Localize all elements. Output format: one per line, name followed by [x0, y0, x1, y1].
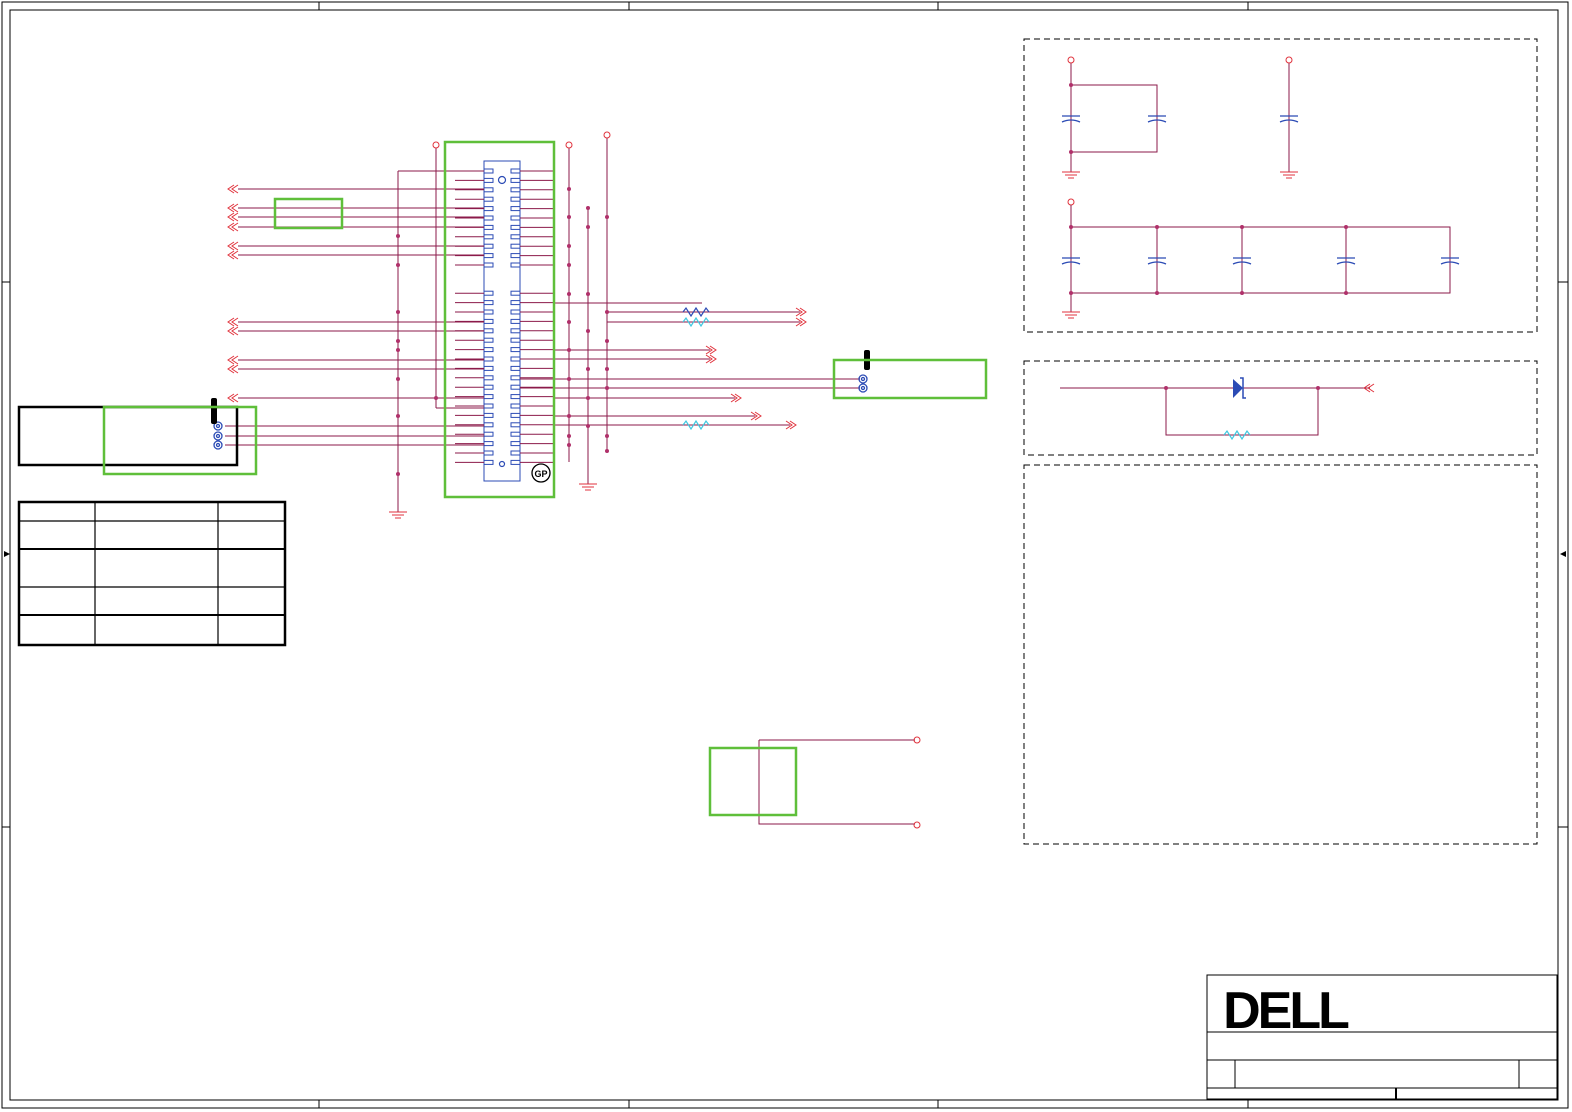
- connector-pin: [483, 337, 494, 343]
- decoupling-group-1: [1070, 63, 1290, 172]
- connector-pin: [483, 168, 494, 174]
- esd-section: [1023, 360, 1538, 456]
- connector-pin: [483, 412, 494, 418]
- connector-pin: [510, 177, 521, 183]
- connector-pin: [510, 168, 521, 174]
- connector-pin: [510, 403, 521, 409]
- connector-pin: [510, 431, 521, 437]
- connector-pin: [483, 290, 494, 296]
- connector-pin: [483, 187, 494, 193]
- connector-pin: [510, 422, 521, 428]
- connector-pin: [510, 337, 521, 343]
- lower-power-ports: [913, 736, 921, 829]
- connector-pin: [510, 450, 521, 456]
- zone-arrow-icons: [4, 551, 1566, 557]
- connector-pin: [483, 177, 494, 183]
- connector-pin: [510, 224, 521, 230]
- connector-pin: [483, 206, 494, 212]
- connector-pin: [483, 234, 494, 240]
- connector-pin: [510, 206, 521, 212]
- off-page-connector-icons-left: [227, 184, 239, 403]
- connector-body: [483, 160, 521, 482]
- connector-pin: [510, 215, 521, 221]
- right-nets: [520, 302, 860, 426]
- gp-mark-icon: GP: [531, 463, 551, 483]
- connector-pin: [510, 356, 521, 362]
- test-point-icons: [213, 374, 868, 450]
- connector-pin: [510, 412, 521, 418]
- sheet-frame: [1, 1, 1569, 1109]
- connector-pin: [510, 384, 521, 390]
- connector-pin: [483, 300, 494, 306]
- decoupling-group-2: [1070, 205, 1451, 312]
- dell-logo-icon: DELL: [1223, 982, 1352, 1040]
- decoupling-section: [1023, 38, 1538, 333]
- connector-pins: [483, 168, 521, 465]
- off-page-connector-icons-right: [705, 307, 1375, 430]
- connector-pin: [483, 196, 494, 202]
- connector-pin: [483, 365, 494, 371]
- connector-pin: [483, 431, 494, 437]
- vertical-rails: [397, 138, 608, 512]
- connector-pin: [510, 187, 521, 193]
- connector-pin: [510, 441, 521, 447]
- connector-pin: [510, 365, 521, 371]
- lower-nets: [758, 739, 915, 825]
- connector-pin: [483, 356, 494, 362]
- svg-text:GP: GP: [534, 469, 547, 479]
- connector-pin: [483, 394, 494, 400]
- connector-pin: [483, 243, 494, 249]
- connector-pin: [483, 422, 494, 428]
- connector-pin: [483, 459, 494, 465]
- black-label-box: [17, 405, 239, 467]
- connector-pin: [483, 309, 494, 315]
- connector-pin: [510, 253, 521, 259]
- connector-pin: [510, 309, 521, 315]
- svg-text:DELL: DELL: [1223, 982, 1349, 1040]
- connector-pin: [483, 375, 494, 381]
- highlight-lower: [708, 746, 798, 817]
- power-port-icon: [1067, 56, 1293, 206]
- connector-pin: [510, 375, 521, 381]
- connector-pin: [483, 347, 494, 353]
- schematic-sheet: GP DELL: [1, 1, 1569, 1109]
- connector-mount-holes: [497, 175, 507, 468]
- info-table: [17, 500, 287, 647]
- connector-pin: [483, 262, 494, 268]
- connector-pin: [510, 290, 521, 296]
- connector-pin: [510, 243, 521, 249]
- connector-pin: [483, 384, 494, 390]
- connector-pin: [510, 300, 521, 306]
- notes-section: [1023, 464, 1538, 845]
- connector-pin: [483, 253, 494, 259]
- ground-icon: [389, 171, 1298, 519]
- highlight-left-nets: [273, 197, 344, 230]
- connector-pin: [483, 215, 494, 221]
- connector-pin: [510, 262, 521, 268]
- connector-pin: [483, 403, 494, 409]
- connector-pin: [510, 328, 521, 334]
- esd-wires: [1060, 387, 1370, 436]
- connector-pin: [510, 196, 521, 202]
- connector-pin: [510, 318, 521, 324]
- connector-right-wires: [520, 170, 555, 463]
- connector-pin: [483, 441, 494, 447]
- connector-pin: [510, 234, 521, 240]
- right-resistor-icons: [682, 306, 710, 431]
- dashed-section-boxes: [1023, 38, 1538, 845]
- connector-pin: [510, 347, 521, 353]
- connector-pin: [483, 450, 494, 456]
- capacitor-icon: [1061, 115, 1299, 123]
- connector-pin: [510, 459, 521, 465]
- connector-pin: [483, 318, 494, 324]
- junction-dots: [1069, 83, 1348, 295]
- capacitor-icon-row: [1061, 257, 1460, 265]
- connector-pin: [510, 394, 521, 400]
- connector-pin: [483, 224, 494, 230]
- connector-pin: [483, 328, 494, 334]
- power-port-icon-connector: [432, 131, 611, 149]
